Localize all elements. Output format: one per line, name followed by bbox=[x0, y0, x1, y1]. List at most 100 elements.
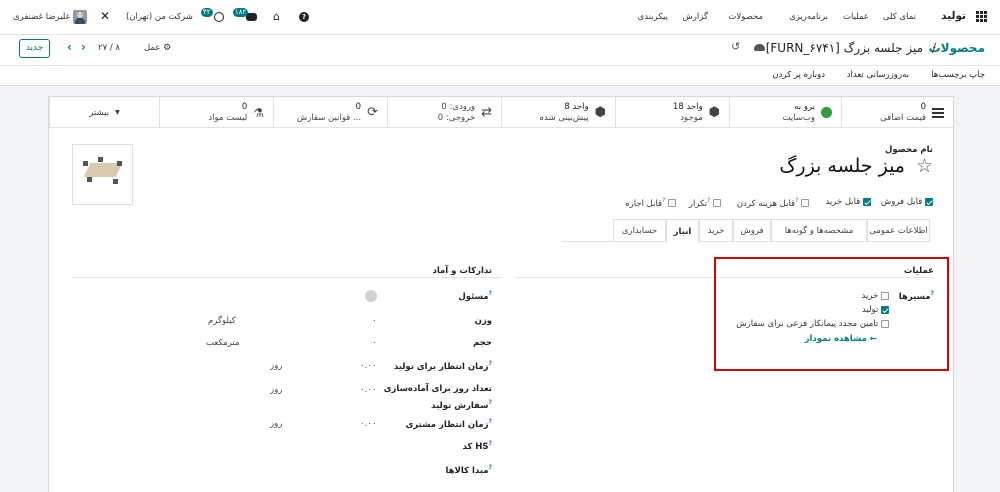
activity-badge: ۴۲ bbox=[201, 8, 213, 17]
menu-products[interactable]: محصولات bbox=[728, 12, 763, 22]
outgoing-value: خروجی: 0 bbox=[437, 112, 476, 123]
prep-days-value[interactable]: ۰.۰۰ bbox=[360, 385, 376, 395]
menu-planning[interactable]: برنامه‌ریزی bbox=[789, 12, 828, 22]
refresh-icon: ⟳ bbox=[367, 105, 378, 120]
tab-inventory[interactable]: انبار bbox=[666, 219, 699, 243]
customer-lead-label: زمان انتظار مشتری? bbox=[405, 418, 492, 430]
prep-days-unit: روز bbox=[270, 385, 283, 395]
menu-configuration[interactable]: پیکربندی bbox=[638, 12, 668, 22]
control-panel: محصولات / [FURN_۶۷۴۱] میز جلسه بزرگ ↺ جد… bbox=[0, 35, 1000, 65]
hs-code-label: کد HS? bbox=[462, 440, 492, 452]
record-title: [FURN_۶۷۴۱] میز جلسه بزرگ bbox=[765, 41, 923, 55]
responsible-avatar[interactable] bbox=[365, 290, 377, 302]
cloud-upload-icon[interactable] bbox=[754, 44, 765, 51]
pager-next[interactable]: › bbox=[81, 40, 86, 54]
prep-days-label-line2-wrap: سفارش تولید? bbox=[431, 399, 492, 411]
checkbox[interactable] bbox=[713, 199, 721, 208]
bom-button[interactable]: 0 لیست مواد ⚗ bbox=[159, 97, 273, 128]
tabs-divider bbox=[562, 241, 930, 242]
caret-down-icon: ▼ bbox=[115, 109, 120, 116]
gear-icon: ⚙ bbox=[163, 43, 172, 53]
globe-icon bbox=[821, 107, 832, 118]
checkbox[interactable] bbox=[863, 197, 871, 206]
on-hand-label: موجود bbox=[680, 112, 703, 123]
exchange-icon: ⇄ bbox=[481, 105, 492, 120]
reordering-value: 0 bbox=[355, 101, 362, 112]
action-bar: چاپ برچسب‌ها به‌روزرسانی تعداد دوباره پر… bbox=[0, 65, 1000, 86]
logistics-divider bbox=[72, 277, 502, 278]
reordering-rules-button[interactable]: 0 قوانین سفارش ... ⟳ bbox=[273, 97, 387, 128]
checkbox[interactable] bbox=[925, 197, 933, 206]
weight-value[interactable]: ۰ bbox=[372, 316, 377, 326]
tab-general-info[interactable]: اطلاعات عمومی bbox=[867, 219, 930, 242]
mfg-lead-label-text: زمان انتظار برای تولید bbox=[393, 361, 489, 372]
tools-icon[interactable]: ✕ bbox=[100, 9, 110, 23]
print-labels-button[interactable]: چاپ برچسب‌ها bbox=[931, 70, 985, 80]
app-name[interactable]: تولید bbox=[941, 10, 966, 22]
discard-icon[interactable]: ↺ bbox=[731, 40, 740, 53]
flag-rentable[interactable]: قابل اجاره? bbox=[625, 197, 676, 209]
messages-badge: ۱۸۲ bbox=[233, 8, 249, 17]
replenish-button[interactable]: دوباره پر کردن bbox=[772, 70, 825, 80]
bom-label: لیست مواد bbox=[208, 112, 248, 123]
product-image[interactable] bbox=[72, 144, 133, 205]
prep-days-label-line1: تعداد روز برای آماده‌سازی bbox=[383, 384, 492, 394]
tab-purchase[interactable]: خرید bbox=[699, 219, 733, 242]
volume-value[interactable]: ۰ bbox=[372, 338, 377, 348]
tab-accounting[interactable]: حسابداری bbox=[613, 219, 666, 242]
reordering-label: قوانین سفارش ... bbox=[296, 112, 362, 123]
tab-sales[interactable]: فروش bbox=[733, 219, 771, 242]
clock-icon[interactable] bbox=[214, 12, 224, 22]
in-out-button[interactable]: ورودی: 0 خروجی: 0 ⇄ bbox=[387, 97, 501, 128]
pager-value[interactable]: ۸ / ۲۷ bbox=[98, 43, 120, 53]
flag-label: تکرار bbox=[688, 198, 708, 209]
mfg-lead-value[interactable]: ۰.۰۰ bbox=[360, 361, 376, 371]
menu-overview[interactable]: نمای کلی bbox=[883, 12, 916, 22]
menu-reporting[interactable]: گزارش bbox=[682, 12, 708, 22]
checkbox[interactable] bbox=[668, 199, 676, 208]
breadcrumb-parent[interactable]: محصولات bbox=[929, 41, 985, 55]
flag-can-be-sold[interactable]: قابل فروش bbox=[881, 197, 933, 207]
weight-label: وزن bbox=[474, 316, 492, 326]
more-button[interactable]: بیشتر ▼ bbox=[49, 97, 159, 128]
action-menu[interactable]: عمل ⚙ bbox=[144, 43, 171, 53]
highlight-box bbox=[714, 257, 949, 371]
new-button[interactable]: جدید bbox=[19, 39, 50, 58]
website-value: برو به bbox=[794, 101, 815, 112]
favorite-star-icon[interactable]: ☆ bbox=[916, 155, 933, 177]
mfg-lead-unit: روز bbox=[270, 361, 283, 371]
extra-price-button[interactable]: 0 قیمت اضافی bbox=[841, 97, 953, 128]
on-hand-button[interactable]: 18 واحد موجود ⬢ bbox=[615, 97, 729, 128]
forecasted-button[interactable]: 8 واحد پیش‌بینی شده ⬢ bbox=[501, 97, 615, 128]
user-name[interactable]: علیرضا غضنفری bbox=[13, 12, 71, 22]
list-icon bbox=[932, 107, 944, 118]
website-label: وب‌سایت bbox=[782, 112, 815, 123]
update-quantity-button[interactable]: به‌روزرسانی تعداد bbox=[847, 70, 909, 80]
mfg-lead-label: زمان انتظار برای تولید? bbox=[393, 360, 492, 372]
weight-unit: کیلوگرم bbox=[208, 316, 236, 326]
bom-value: 0 bbox=[241, 101, 248, 112]
flag-label: قابل خرید bbox=[825, 197, 861, 207]
hs-code-label-text: کد HS bbox=[462, 441, 489, 452]
customer-lead-unit: روز bbox=[270, 419, 283, 429]
tab-attributes-variants[interactable]: مشخصه‌ها و گونه‌ها bbox=[771, 219, 867, 242]
pager-prev[interactable]: ‹ bbox=[67, 40, 72, 54]
menu-operations[interactable]: عملیات bbox=[843, 12, 869, 22]
product-name[interactable]: میز جلسه بزرگ bbox=[779, 155, 905, 177]
website-button[interactable]: برو به وب‌سایت bbox=[729, 97, 841, 128]
flag-can-be-expensed[interactable]: قابل هزینه کردن? bbox=[737, 197, 809, 209]
bank-icon[interactable]: ⌂ bbox=[273, 10, 280, 23]
customer-lead-value[interactable]: ۰.۰۰ bbox=[360, 419, 376, 429]
on-hand-value: 18 واحد bbox=[672, 101, 703, 112]
apps-grid-icon[interactable] bbox=[976, 11, 987, 22]
help-icon[interactable]: ? bbox=[299, 12, 309, 22]
company-switcher[interactable]: شرکت من (تهران) bbox=[126, 12, 193, 22]
avatar[interactable] bbox=[73, 10, 87, 24]
responsible-label: مسئول? bbox=[458, 290, 492, 302]
cubes-icon: ⬢ bbox=[708, 105, 720, 120]
flag-can-be-purchased[interactable]: قابل خرید bbox=[825, 197, 871, 207]
flag-recurring[interactable]: تکرار? bbox=[689, 197, 721, 209]
checkbox[interactable] bbox=[801, 199, 809, 208]
forecasted-label: پیش‌بینی شده bbox=[539, 112, 589, 123]
more-label: بیشتر bbox=[89, 107, 110, 118]
